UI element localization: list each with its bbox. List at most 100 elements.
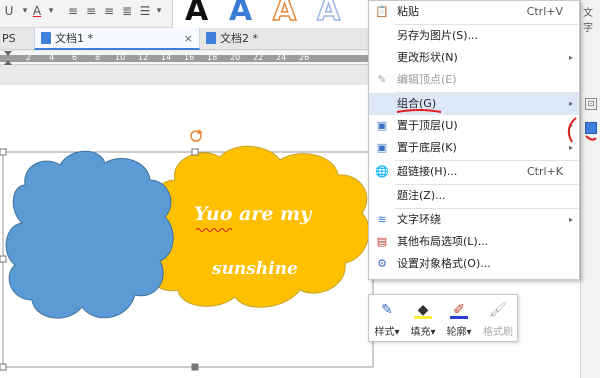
ruler-number: 4 [49,53,55,62]
menu-item-edit-points: ✎ 编辑顶点(E) [369,69,579,91]
tab-document-1[interactable]: 文档1 * × [34,28,200,50]
shape-text-line-1: Yuo are my [194,203,312,225]
button-label: 填充 [410,327,431,338]
menu-item-change-shape[interactable]: 更改形状(N) ▸ [369,47,579,69]
menu-label: 设置对象格式(O)... [397,257,491,270]
ruler-number: 8 [95,53,101,62]
ruler-number: 24 [276,53,287,62]
dropdown-arrow-icon: ▾ [466,327,472,338]
justify-icon[interactable]: ≣ [120,4,134,18]
menu-item-bring-to-front[interactable]: ▣ 置于顶层(U) ▸ [369,115,579,137]
layout-options-icon: ▤ [376,235,388,248]
menu-label: 编辑顶点(E) [397,73,457,86]
ruler-number: 20 [230,53,241,62]
menu-shortcut: Ctrl+V [526,5,563,18]
menu-item-save-as-picture[interactable]: 另存为图片(S)... [369,25,579,47]
panel-label: 文字 [583,8,593,34]
format-painter-button: 🖌 格式刷 [479,299,517,339]
hyperlink-icon: 🌐 [375,165,389,178]
indent-marker[interactable] [4,51,12,65]
text-style-option[interactable]: A [316,0,341,28]
align-right-icon[interactable]: ≡ [102,4,116,18]
outline-button[interactable]: ✐ 轮廓▾ [443,299,475,339]
tab-document-2[interactable]: 文档2 * [202,28,368,50]
right-side-panel: 文字 ⊡ [580,0,600,378]
yellow-cloud-shape [136,145,370,308]
paste-icon: 📋 [375,5,389,18]
resize-handle [191,363,199,371]
menu-label: 超链接(H)... [397,165,458,178]
resize-handle [0,148,7,156]
menu-label: 更改形状(N) [397,51,458,64]
menu-label: 其他布局选项(L)... [397,235,489,248]
edit-points-icon: ✎ [377,73,387,86]
menu-label: 粘贴 [397,5,419,18]
menu-item-paste[interactable]: 📋 粘贴 Ctrl+V [369,1,579,23]
button-label: 轮廓 [446,327,467,338]
menu-shortcut: Ctrl+K [526,165,563,178]
ruler-number: 18 [207,53,218,62]
fill-button[interactable]: ◆ 填充▾ [407,299,439,339]
menu-label: 另存为图片(S)... [397,29,479,42]
ruler-number: 14 [161,53,172,62]
style-button[interactable]: ✎ 样式▾ [371,299,403,339]
format-painter-icon: 🖌 [489,302,507,318]
text-style-option[interactable]: A [229,0,252,28]
button-label: 样式 [374,327,395,338]
submenu-arrow-icon: ▸ [568,215,573,224]
close-tab-icon[interactable]: × [184,28,193,50]
fill-bucket-icon: ◆ [414,301,432,319]
bring-to-front-icon: ▣ [376,119,388,132]
menu-item-hyperlink[interactable]: 🌐 超链接(H)... Ctrl+K [369,161,579,183]
font-color-icon[interactable]: A [30,4,44,18]
tab-label: PS [2,32,16,45]
ruler-number: 26 [299,53,310,62]
menu-label: 置于顶层(U) [397,119,458,132]
send-to-back-icon: ▣ [376,141,388,154]
tab-label: 文档1 * [55,32,93,45]
ruler-margin-bar: 2 4 6 8 10 12 14 16 18 20 22 24 26 [0,53,370,62]
ruler-number: 6 [72,53,78,62]
spellcheck-underline [196,228,233,232]
group-icon[interactable]: ⊡ [585,98,597,110]
resize-handle [191,148,199,156]
context-menu: 📋 粘贴 Ctrl+V 另存为图片(S)... 更改形状(N) ▸ ✎ 编辑顶点… [368,0,580,280]
text-style-option[interactable]: A [185,0,208,28]
blue-cloud-shape [5,150,174,319]
button-label: 格式刷 [483,327,513,338]
ruler-number: 12 [138,53,149,62]
document-icon [206,32,216,44]
tab-wps[interactable]: PS [0,28,28,50]
menu-item-send-to-back[interactable]: ▣ 置于底层(K) ▸ [369,137,579,159]
tab-label: 文档2 * [220,32,258,45]
dropdown-arrow-icon[interactable]: ▾ [44,4,58,18]
menu-item-caption[interactable]: 题注(Z)... [369,185,579,207]
line-spacing-icon[interactable]: ☰ [138,4,152,18]
shape-text-line-2: sunshine [212,259,298,279]
submenu-arrow-icon: ▸ [568,53,573,62]
format-object-icon: ⚙ [377,257,387,270]
underline-icon[interactable]: U [2,4,16,18]
text-wrap-icon: ≋ [377,213,387,226]
resize-handle [0,255,7,263]
dropdown-arrow-icon: ▾ [430,327,436,338]
text-style-option[interactable]: A [272,0,297,28]
resize-handle [0,363,7,371]
ruler-number: 2 [26,53,32,62]
menu-item-text-wrap[interactable]: ≋ 文字环绕 ▸ [369,209,579,231]
menu-label: 置于底层(K) [397,141,457,154]
menu-item-format-object[interactable]: ⚙ 设置对象格式(O)... [369,253,579,275]
menu-label: 文字环绕 [397,213,441,226]
dropdown-arrow-icon[interactable]: ▾ [152,4,166,18]
floating-shape-toolbar: ✎ 样式▾ ◆ 填充▾ ✐ 轮廓▾ 🖌 格式刷 [368,294,518,342]
ruler-number: 10 [115,53,126,62]
document-icon [41,32,51,44]
style-icon: ✎ [381,302,393,318]
menu-item-layout-options[interactable]: ▤ 其他布局选项(L)... [369,231,579,253]
align-center-icon[interactable]: ≡ [84,4,98,18]
outline-pen-icon: ✐ [450,301,468,319]
align-left-icon[interactable]: ≡ [66,4,80,18]
menu-label: 题注(Z)... [397,189,446,202]
ruler-number: 16 [184,53,195,62]
text-style-gallery[interactable]: A A A A [172,0,368,28]
